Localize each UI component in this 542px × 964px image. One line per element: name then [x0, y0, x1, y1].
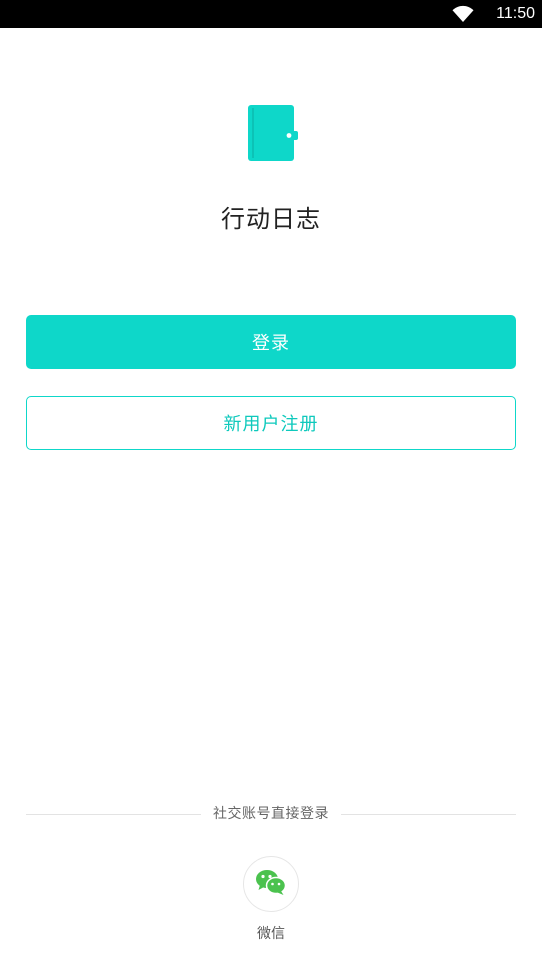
status-bar: 11:50: [0, 0, 542, 28]
divider-line-right: [341, 813, 516, 815]
app-name: 行动日志: [221, 205, 321, 233]
social-login-label: 社交账号直接登录: [213, 806, 329, 822]
status-time: 11:50: [496, 5, 535, 22]
wifi-icon: [452, 5, 474, 23]
divider-line-left: [26, 813, 201, 815]
notebook-icon: [246, 104, 298, 162]
login-screen: 11:50 行动日志 登录 新用户注册 社交账号直接登录 微信: [0, 0, 542, 964]
login-button[interactable]: 登录: [26, 315, 516, 369]
wechat-icon: [255, 868, 287, 900]
wechat-login-button[interactable]: [243, 856, 299, 912]
wechat-label: 微信: [257, 926, 285, 942]
register-button[interactable]: 新用户注册: [26, 396, 516, 450]
social-login-divider: 社交账号直接登录: [26, 802, 516, 826]
login-button-label: 登录: [252, 333, 290, 354]
register-button-label: 新用户注册: [223, 414, 319, 435]
